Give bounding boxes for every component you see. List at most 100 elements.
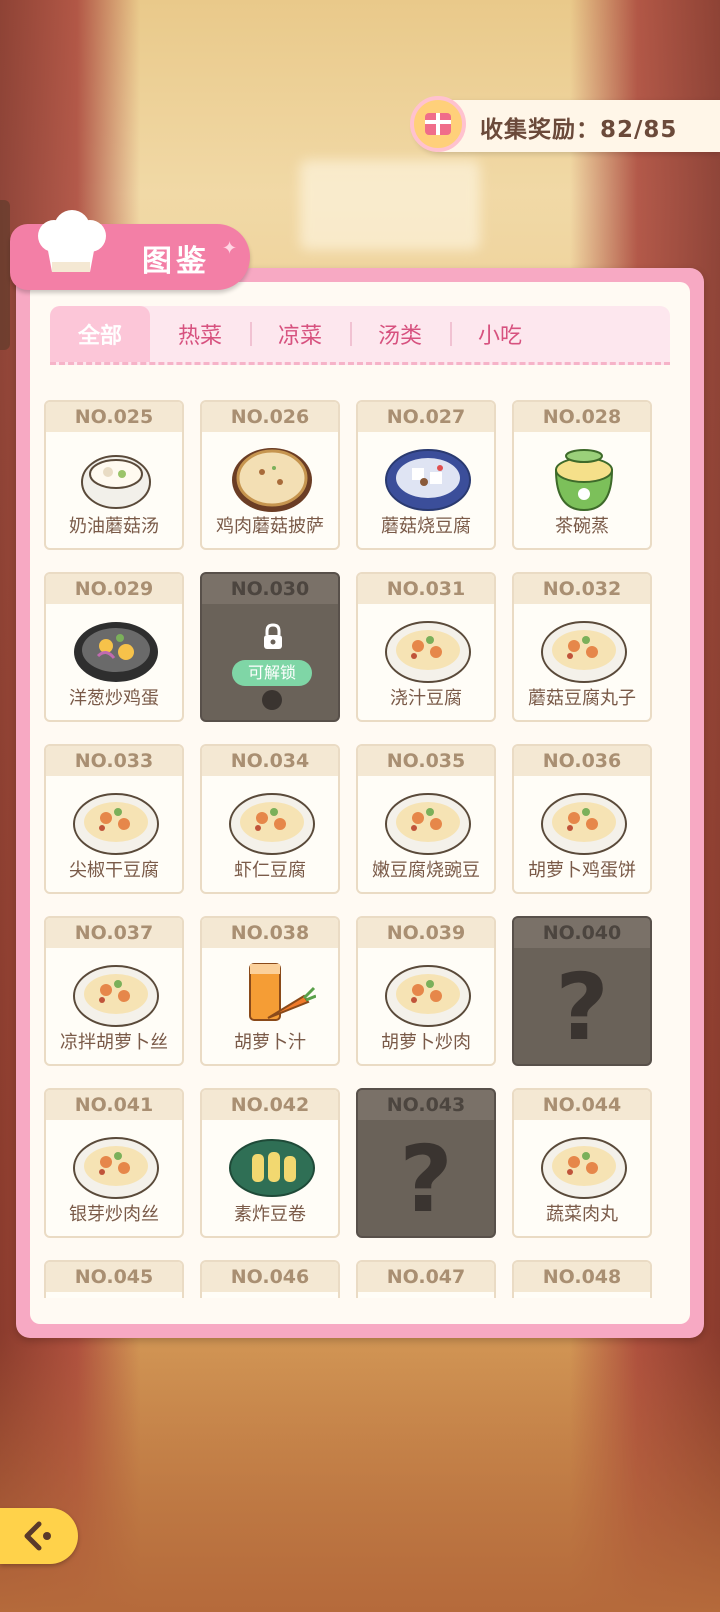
recipe-name: 蔬菜肉丸 <box>546 1204 618 1225</box>
recipe-number: NO.032 <box>514 574 650 604</box>
recipe-number: NO.038 <box>202 918 338 948</box>
recipe-number: NO.044 <box>514 1090 650 1120</box>
recipe-card[interactable]: NO.025 奶油蘑菇汤 <box>44 400 184 550</box>
tab-cold-dishes[interactable]: 凉菜 <box>250 306 350 362</box>
recipe-name: 胡萝卜鸡蛋饼 <box>528 860 636 881</box>
recipe-card[interactable]: NO.033 尖椒干豆腐 <box>44 744 184 894</box>
recipe-number: NO.034 <box>202 746 338 776</box>
collection-reward-bar[interactable]: 收集奖励：82/85 <box>410 96 720 152</box>
dish-illustration <box>74 622 158 682</box>
background-ceiling-light <box>300 160 480 250</box>
dish-illustration <box>554 449 614 512</box>
recipe-card[interactable]: NO.029 洋葱炒鸡蛋 <box>44 572 184 722</box>
recipe-number: NO.035 <box>358 746 494 776</box>
recipe-card[interactable]: NO.041 银芽炒肉丝 <box>44 1088 184 1238</box>
recipe-number: NO.036 <box>514 746 650 776</box>
recipe-name: 尖椒干豆腐 <box>69 860 159 881</box>
recipe-card[interactable]: NO.030 可解锁 <box>200 572 340 722</box>
dish-illustration <box>229 1139 315 1197</box>
recipe-card[interactable]: NO.042 素炸豆卷 <box>200 1088 340 1238</box>
recipe-card[interactable]: NO.038 胡萝卜汁 <box>200 916 340 1066</box>
recipe-name: 嫩豆腐烧豌豆 <box>372 860 480 881</box>
unlockable-badge[interactable]: 可解锁 <box>232 660 312 686</box>
chef-hat-icon <box>38 210 106 272</box>
recipe-number: NO.040 <box>514 918 650 948</box>
recipe-number: NO.039 <box>358 918 494 948</box>
lock-icon <box>264 623 282 649</box>
recipe-card[interactable]: NO.028 茶碗蒸 <box>512 400 652 550</box>
tab-snacks[interactable]: 小吃 <box>450 306 550 362</box>
dish-illustration <box>385 793 471 855</box>
panel-title: 图鉴 <box>142 244 210 279</box>
side-edge-handle <box>0 200 10 350</box>
recipe-name: 奶油蘑菇汤 <box>69 516 159 537</box>
dish-illustration <box>73 1137 159 1199</box>
recipe-grid[interactable]: 可乐饼土豆丝卷饼蘑菇炒肉片干炸蘑菇NO.025奶油蘑菇汤NO.026鸡肉蘑菇披萨… <box>44 378 664 1298</box>
recipe-card[interactable]: NO.034 虾仁豆腐 <box>200 744 340 894</box>
recipe-number: NO.043 <box>358 1090 494 1120</box>
recipe-card[interactable]: NO.043? <box>356 1088 496 1238</box>
dish-illustration <box>73 965 159 1027</box>
tab-hot-dishes[interactable]: 热菜 <box>150 306 250 362</box>
recipe-number: NO.048 <box>514 1262 650 1292</box>
back-arrow-icon <box>24 1521 51 1551</box>
recipe-card-partial[interactable]: NO.045 <box>44 1260 184 1298</box>
panel-title-tag: 图鉴 ✦ <box>10 210 250 290</box>
recipe-card-partial[interactable]: NO.047 <box>356 1260 496 1298</box>
recipe-card[interactable]: NO.035 嫩豆腐烧豌豆 <box>356 744 496 894</box>
recipe-number: NO.027 <box>358 402 494 432</box>
recipe-name: 银芽炒肉丝 <box>69 1204 159 1225</box>
recipe-card[interactable]: NO.044 蔬菜肉丸 <box>512 1088 652 1238</box>
dish-illustration <box>541 793 627 855</box>
recipe-number: NO.026 <box>202 402 338 432</box>
recipe-number: NO.042 <box>202 1090 338 1120</box>
locked-indicator-dot <box>262 690 282 710</box>
recipe-name: 虾仁豆腐 <box>234 860 306 881</box>
dish-illustration <box>385 621 471 683</box>
recipe-card[interactable]: NO.036 胡萝卜鸡蛋饼 <box>512 744 652 894</box>
recipe-number: NO.025 <box>46 402 182 432</box>
recipe-card-partial[interactable]: NO.048 <box>512 1260 652 1298</box>
recipe-number: NO.030 <box>202 574 338 604</box>
dish-illustration <box>385 965 471 1027</box>
recipe-card[interactable]: NO.031 浇汁豆腐 <box>356 572 496 722</box>
unknown-recipe-mark: ? <box>555 954 609 1061</box>
recipe-card[interactable]: NO.040? <box>512 916 652 1066</box>
unknown-recipe-mark: ? <box>399 1126 453 1233</box>
recipe-card[interactable]: NO.027 蘑菇烧豆腐 <box>356 400 496 550</box>
gift-icon[interactable] <box>410 96 466 152</box>
dish-illustration <box>229 793 315 855</box>
recipe-name: 洋葱炒鸡蛋 <box>69 688 159 709</box>
recipe-name: 蘑菇烧豆腐 <box>381 516 471 537</box>
background-floor <box>0 1332 720 1612</box>
recipe-name: 浇汁豆腐 <box>390 688 462 709</box>
recipe-name: 茶碗蒸 <box>555 516 609 537</box>
recipe-card-partial[interactable]: NO.046 <box>200 1260 340 1298</box>
dish-illustration <box>541 621 627 683</box>
dish-illustration <box>81 455 151 509</box>
category-tabs: 全部 热菜 凉菜 汤类 小吃 <box>50 306 670 365</box>
collection-reward-label: 收集奖励：82/85 <box>480 117 678 143</box>
sparkle-icon: ✦ <box>222 238 238 259</box>
recipe-number: NO.028 <box>514 402 650 432</box>
tab-soups[interactable]: 汤类 <box>350 306 450 362</box>
tab-all[interactable]: 全部 <box>50 306 150 362</box>
collection-panel: 全部 热菜 凉菜 汤类 小吃 可乐饼土豆丝卷饼蘑菇炒肉片干炸蘑菇NO.025奶油… <box>16 268 704 1338</box>
recipe-number: NO.029 <box>46 574 182 604</box>
recipe-card[interactable]: NO.037 凉拌胡萝卜丝 <box>44 916 184 1066</box>
recipe-name: 蘑菇豆腐丸子 <box>528 688 636 709</box>
recipe-number: NO.033 <box>46 746 182 776</box>
recipe-number: NO.031 <box>358 574 494 604</box>
recipe-name: 胡萝卜炒肉 <box>381 1032 471 1053</box>
back-button[interactable] <box>0 1508 78 1564</box>
recipe-card[interactable]: NO.032 蘑菇豆腐丸子 <box>512 572 652 722</box>
dish-illustration <box>249 963 316 1021</box>
recipe-card[interactable]: NO.039 胡萝卜炒肉 <box>356 916 496 1066</box>
recipe-card[interactable]: NO.026 鸡肉蘑菇披萨 <box>200 400 340 550</box>
recipe-name: 胡萝卜汁 <box>234 1032 306 1053</box>
dish-illustration <box>541 1137 627 1199</box>
recipe-name: 鸡肉蘑菇披萨 <box>216 516 324 537</box>
recipe-number: NO.037 <box>46 918 182 948</box>
collection-panel-inner: 全部 热菜 凉菜 汤类 小吃 可乐饼土豆丝卷饼蘑菇炒肉片干炸蘑菇NO.025奶油… <box>30 282 690 1324</box>
dish-illustration <box>232 448 312 512</box>
